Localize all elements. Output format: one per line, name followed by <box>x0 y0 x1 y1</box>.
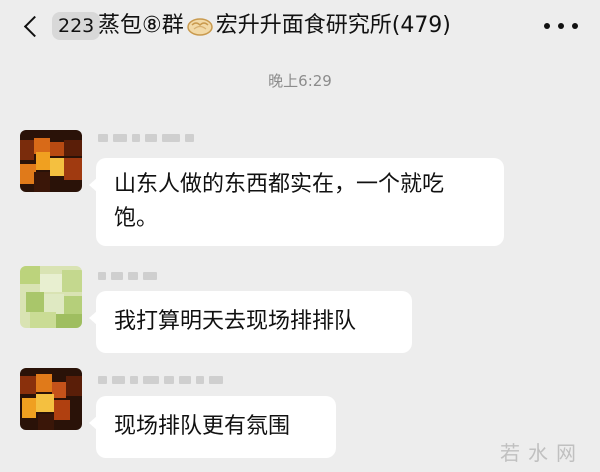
chat-title[interactable]: 蒸包⑧群 宏升升面食研究所(479) <box>98 10 451 42</box>
bread-icon <box>186 18 213 36</box>
back-arrow-icon[interactable] <box>18 13 44 39</box>
site-watermark: 若水网 <box>500 441 584 465</box>
message-bubble[interactable]: 我打算明天去现场排排队 <box>89 291 412 353</box>
message-bubble[interactable]: 山东人做的东西都实在，一个就吃 饱。 <box>89 158 504 246</box>
chat-header: 223 蒸包⑧群 宏升升面食研究所(479) <box>0 0 600 52</box>
message-text: 我打算明天去现场排排队 <box>114 309 357 334</box>
message-text: 现场排队更有氛围 <box>114 414 291 439</box>
message-timestamp: 晚上6:29 <box>268 72 332 90</box>
message-text-line: 饱。 <box>114 206 159 231</box>
chat-title-suffix: 宏升升面食研究所(479) <box>215 13 451 38</box>
avatar[interactable] <box>20 368 82 430</box>
unread-count-badge: 223 <box>52 12 101 40</box>
avatar[interactable] <box>20 130 82 192</box>
message-bubble[interactable]: 现场排队更有氛围 <box>89 396 336 458</box>
sender-nickname <box>98 270 157 282</box>
sender-nickname <box>98 374 223 386</box>
message-text-line: 山东人做的东西都实在，一个就吃 <box>114 172 445 197</box>
avatar[interactable] <box>20 266 82 328</box>
chat-title-prefix: 蒸包⑧群 <box>98 13 184 38</box>
sender-nickname <box>98 132 194 144</box>
more-dots-icon[interactable] <box>544 16 578 36</box>
